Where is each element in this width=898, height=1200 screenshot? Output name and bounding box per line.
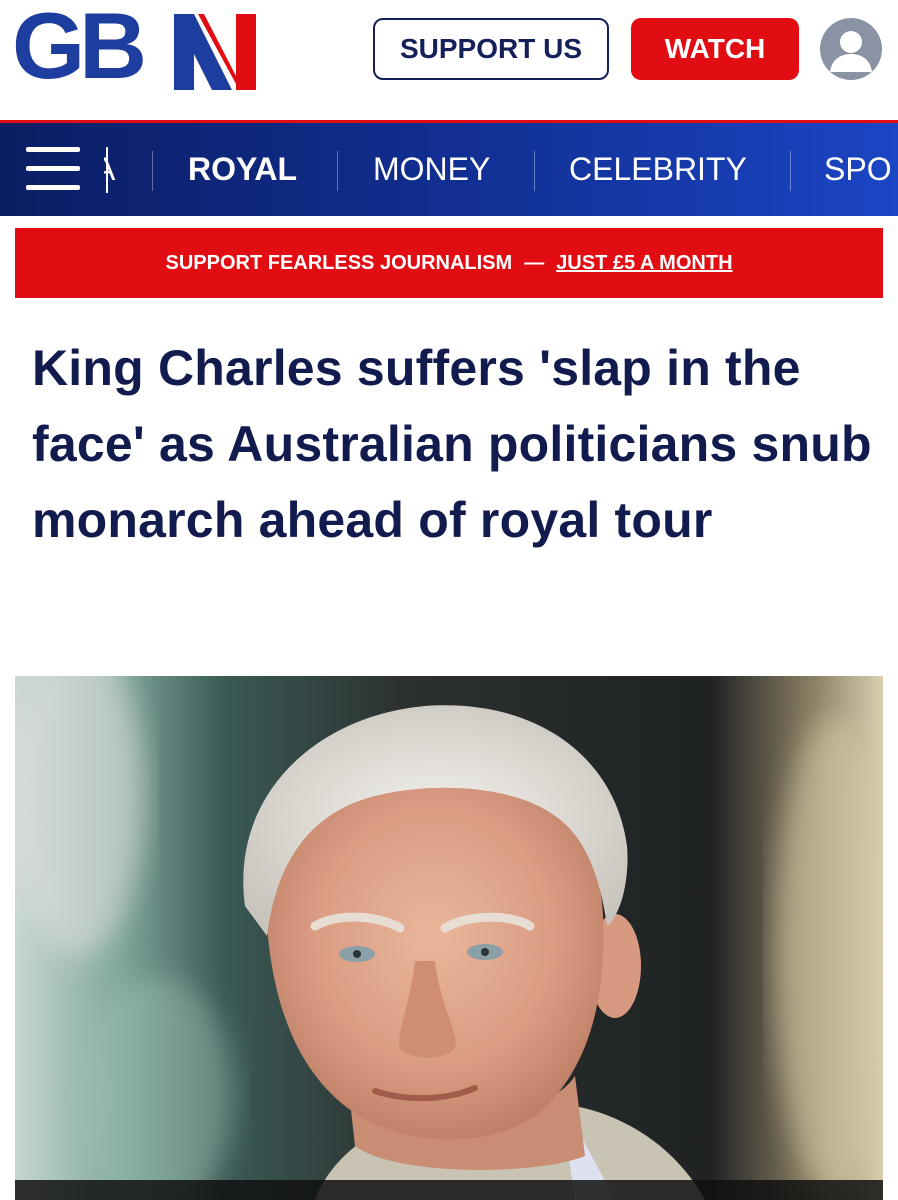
banner-text: SUPPORT FEARLESS JOURNALISM	[165, 251, 513, 274]
nav-item-sport[interactable]: SPO	[824, 149, 892, 189]
banner-separator: —	[524, 251, 545, 274]
union-flag-n-icon	[174, 14, 256, 90]
user-avatar-icon[interactable]	[820, 18, 882, 80]
subscribe-link[interactable]: JUST £5 A MONTH	[556, 252, 732, 275]
article-headline: King Charles suffers 'slap in the face' …	[32, 340, 872, 548]
nav-item-money[interactable]: MONEY	[373, 149, 490, 189]
article-hero-image	[15, 676, 883, 1200]
support-banner: SUPPORT FEARLESS JOURNALISM — JUST £5 A …	[15, 228, 883, 298]
support-us-button[interactable]: SUPPORT US	[373, 18, 609, 80]
logo-text: GB	[12, 0, 147, 98]
person-icon	[830, 31, 872, 72]
main-nav: A ROYAL MONEY CELEBRITY SPO	[0, 120, 898, 216]
gbn-logo[interactable]: GB	[12, 0, 256, 96]
nav-scroll-fragment: A	[104, 147, 126, 193]
watch-button[interactable]: WATCH	[631, 18, 799, 80]
nav-item-royal[interactable]: ROYAL	[188, 149, 297, 189]
nav-divider	[152, 151, 153, 191]
site-header: GB SUPPORT US WATCH	[0, 0, 898, 120]
hamburger-menu-icon[interactable]	[26, 147, 80, 191]
nav-divider	[790, 151, 791, 191]
nav-item-celebrity[interactable]: CELEBRITY	[569, 149, 747, 189]
king-charles-photo	[15, 676, 883, 1200]
nav-divider	[337, 151, 338, 191]
nav-divider	[534, 151, 535, 191]
